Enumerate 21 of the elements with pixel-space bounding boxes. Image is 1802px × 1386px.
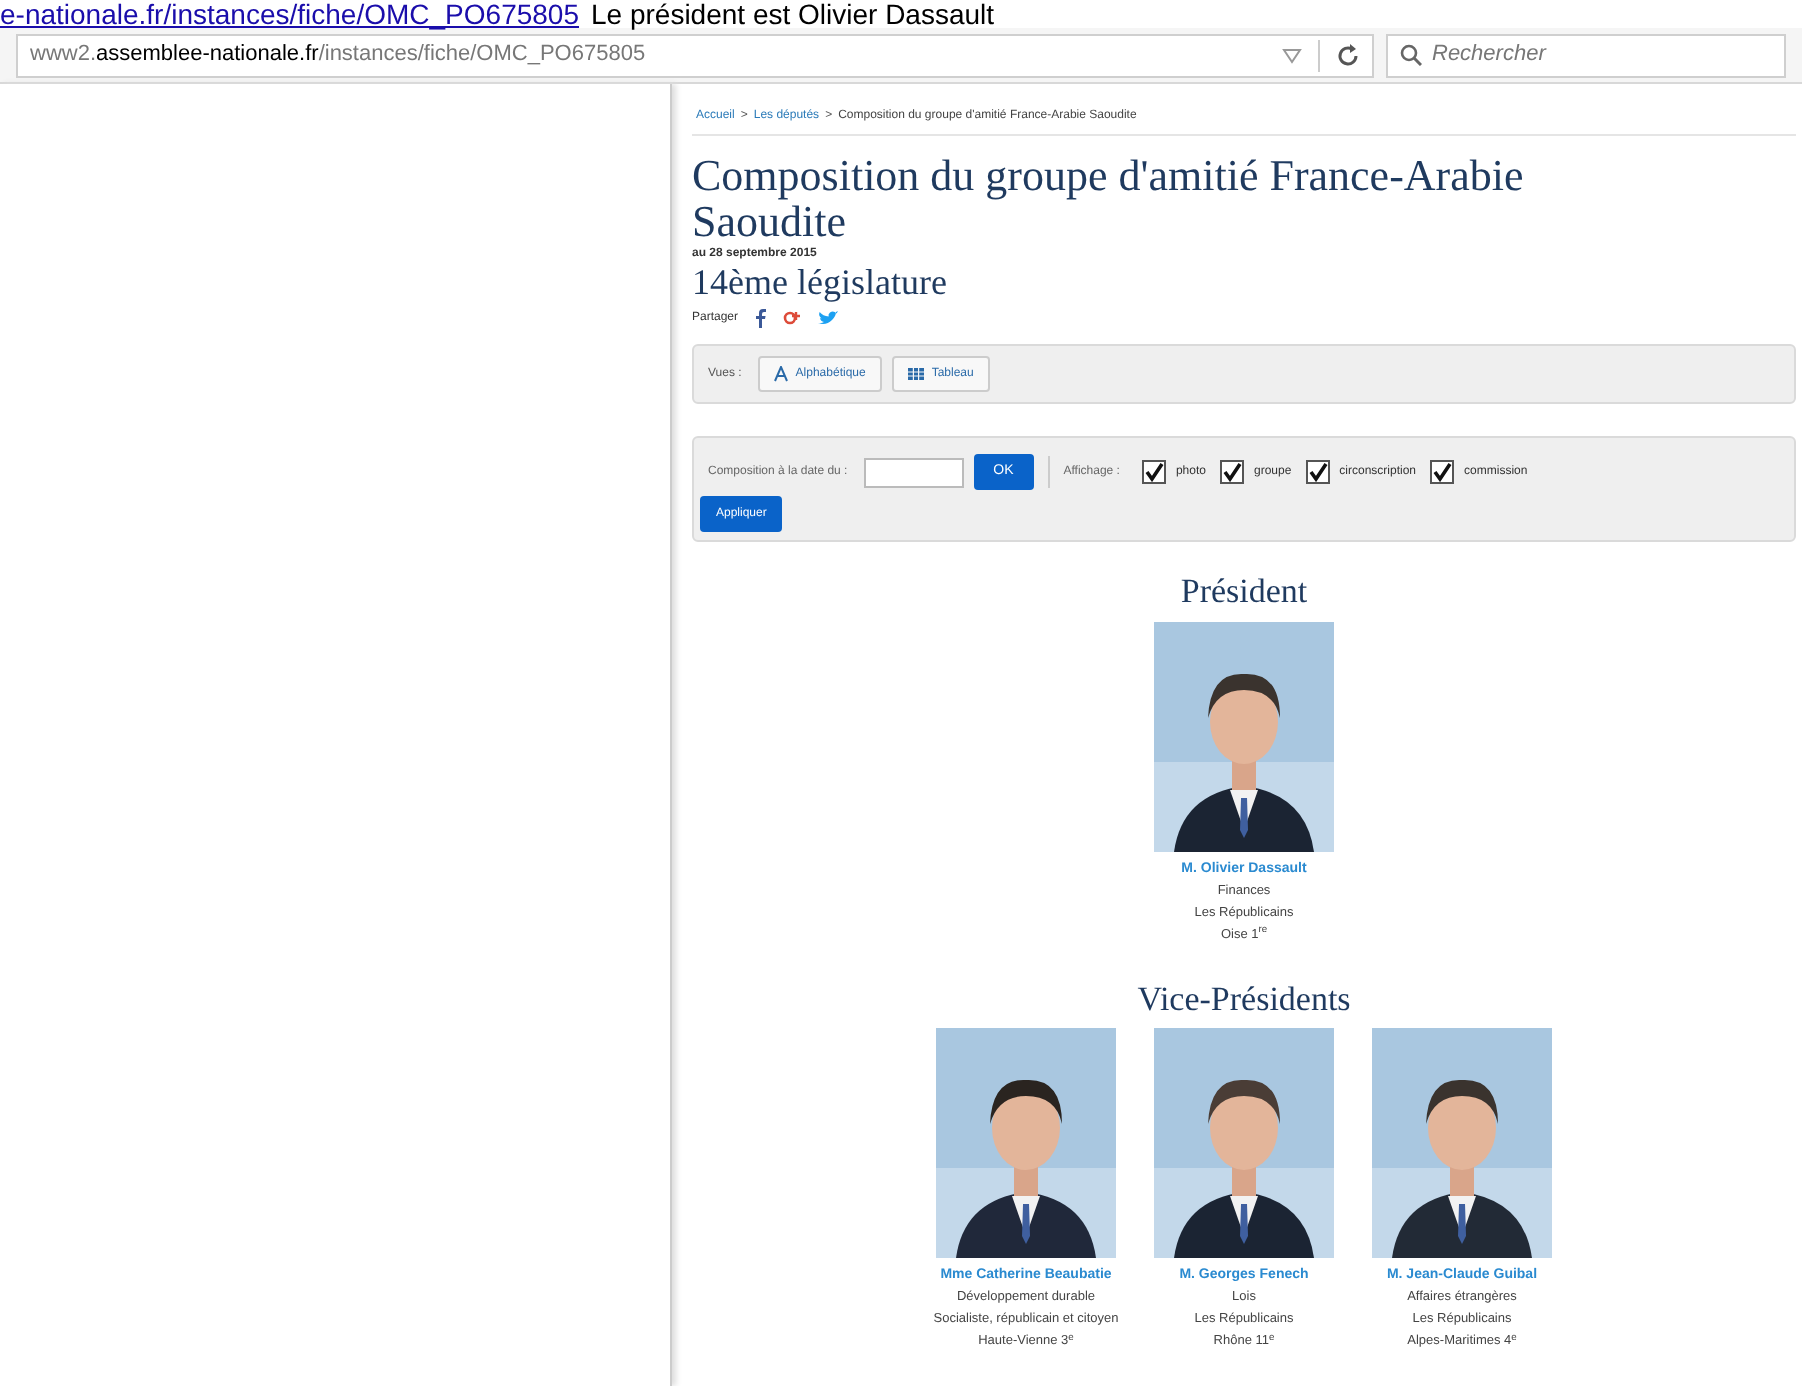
twitter-icon[interactable] — [818, 310, 839, 326]
checkbox[interactable] — [1219, 460, 1244, 484]
checkbox[interactable] — [1305, 460, 1330, 484]
section-heading: Président — [1178, 570, 1310, 614]
date-field[interactable] — [863, 457, 964, 487]
reload-icon[interactable] — [1336, 43, 1360, 67]
checkbox[interactable] — [1430, 460, 1455, 484]
table-icon — [907, 368, 924, 380]
search-icon — [1400, 44, 1422, 66]
page-title: Composition du groupe d'amitié France-Arabie Saoudite — [692, 152, 1526, 244]
address-bar[interactable]: www2.assemblee-nationale.fr/instances/fiche/OMC_PO675805 — [16, 33, 1374, 77]
caption-text: Le président est Olivier Dassault — [591, 0, 995, 28]
link[interactable]: e-nationale.fr/instances/fiche/OMC_PO675805 — [0, 0, 579, 28]
google-plus-icon[interactable] — [782, 308, 803, 328]
legislature-title: 14ème législature — [692, 264, 949, 302]
letter-a-icon — [773, 366, 788, 382]
search-field[interactable]: Rechercher — [1386, 33, 1786, 77]
checkbox[interactable] — [1141, 460, 1166, 484]
facebook-icon[interactable] — [754, 308, 767, 328]
dropdown-icon[interactable] — [1282, 47, 1302, 63]
section-heading: Vice-Présidents — [1135, 977, 1353, 1021]
